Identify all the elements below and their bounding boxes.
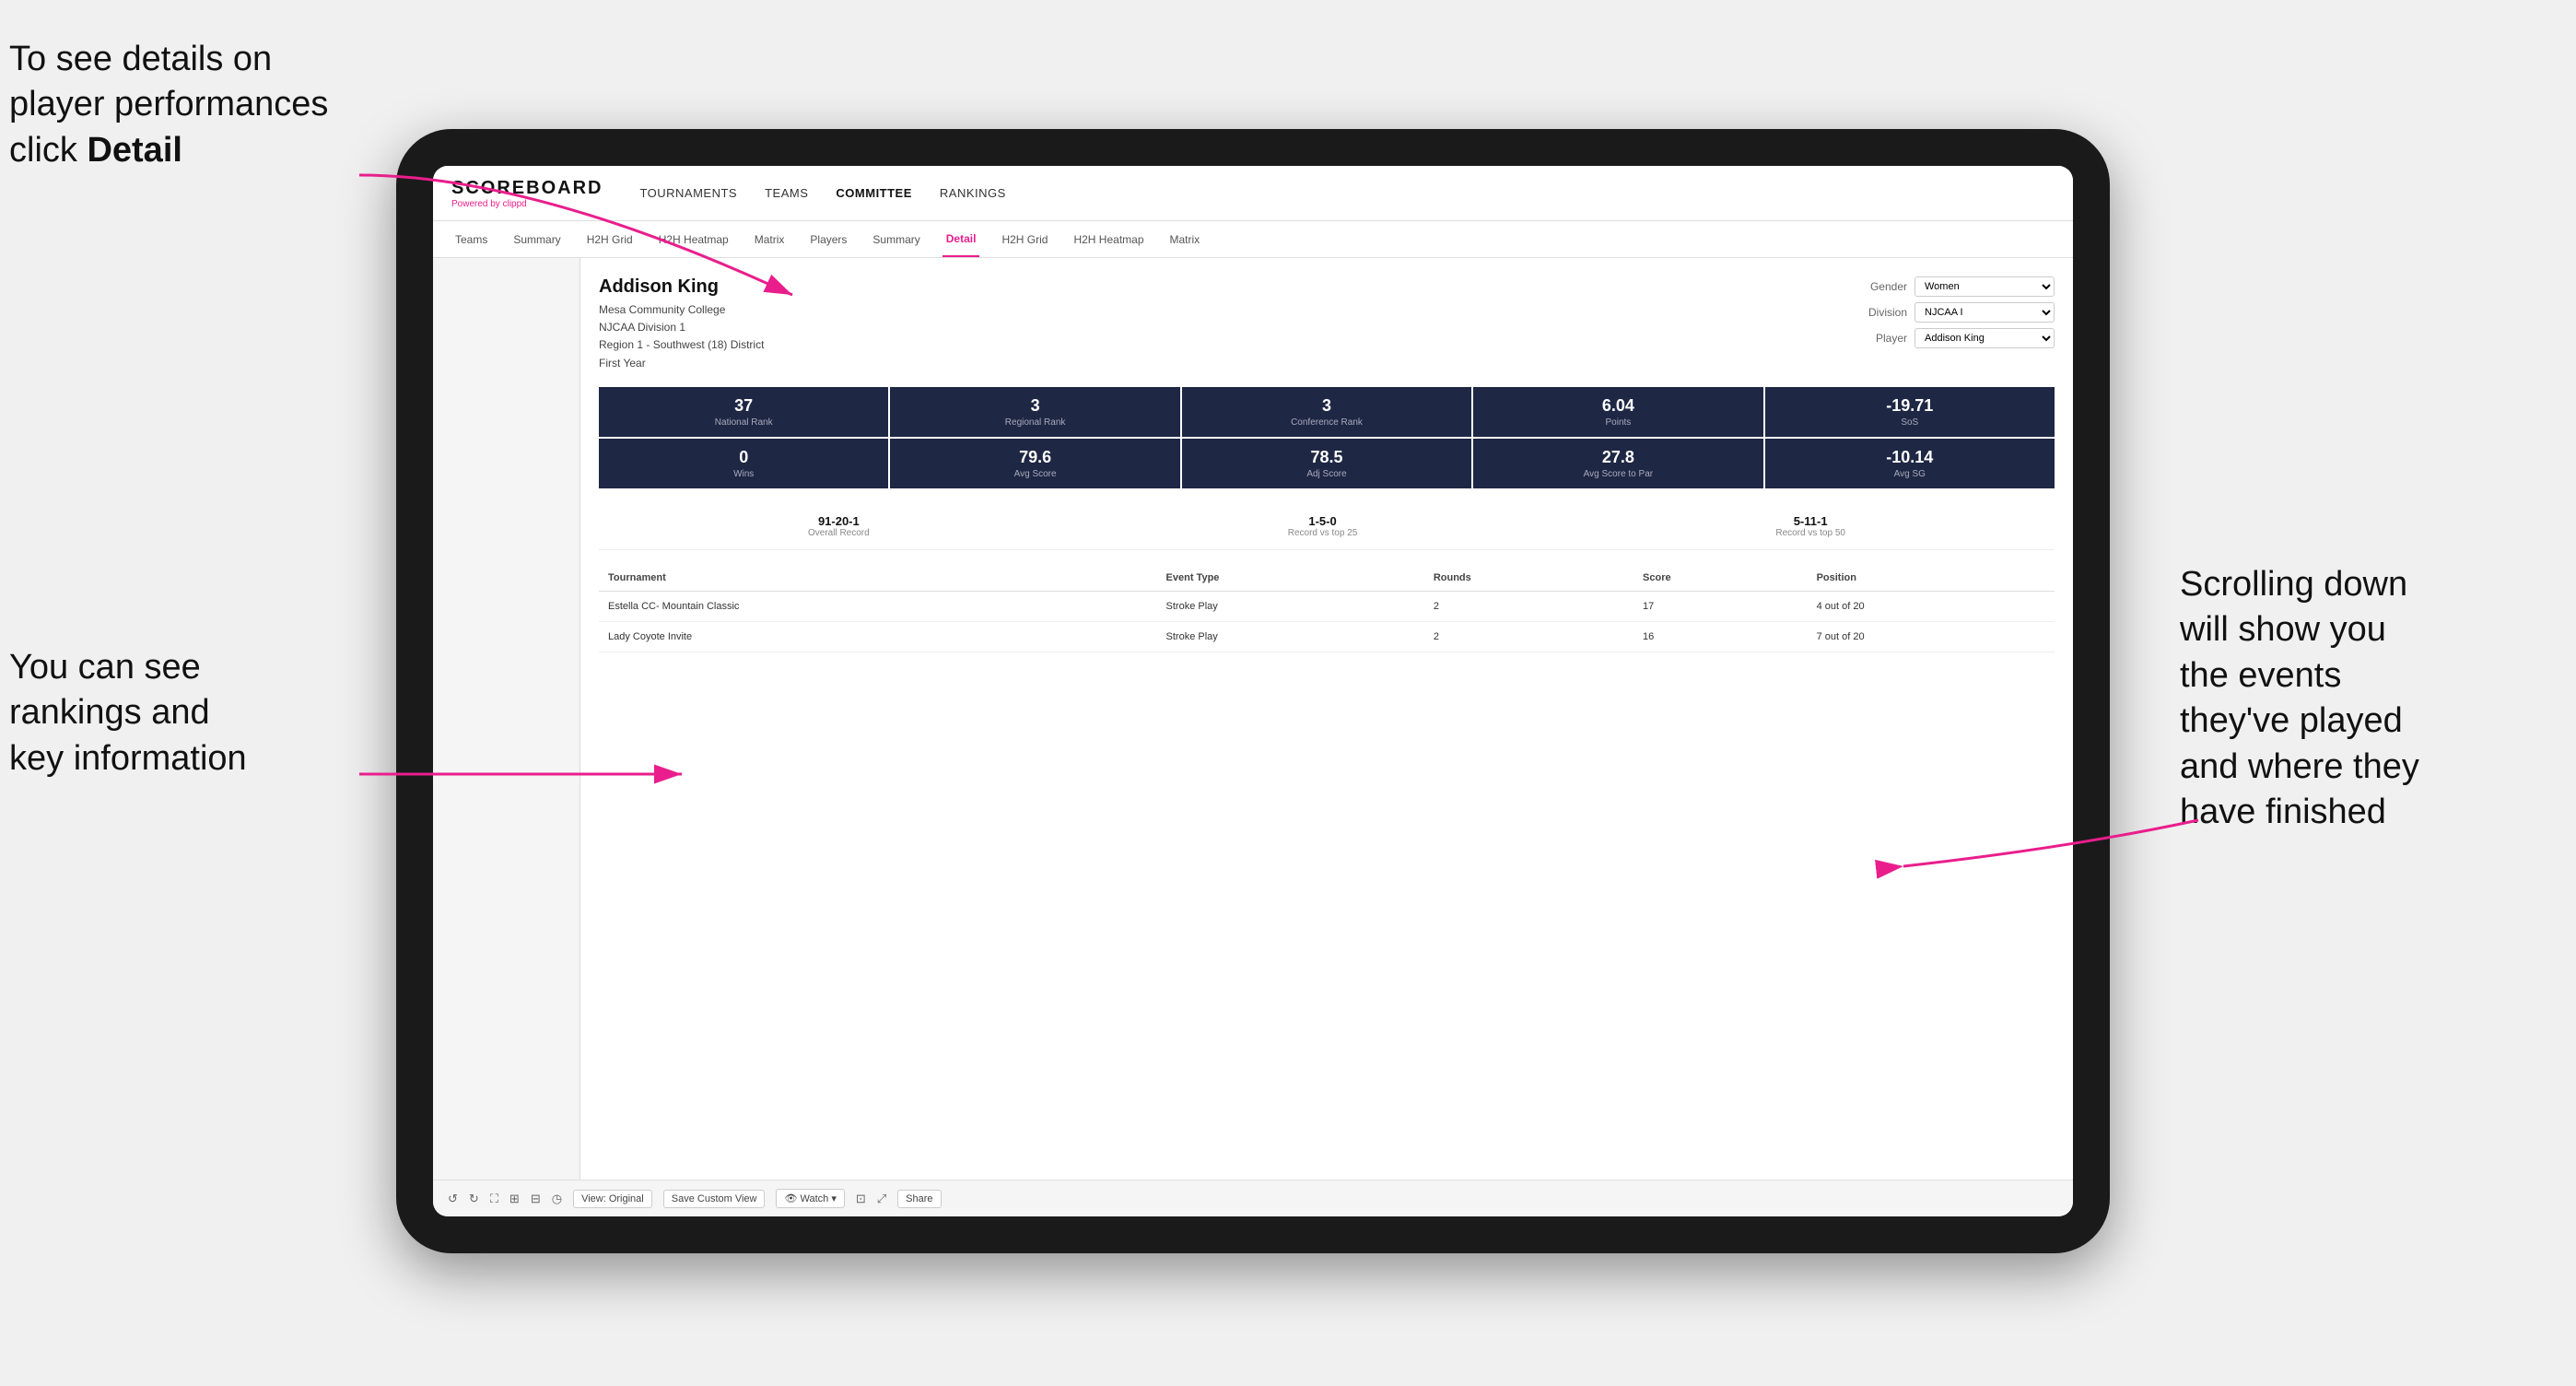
share-button[interactable]: Share bbox=[897, 1190, 941, 1208]
clock-icon[interactable]: ◷ bbox=[552, 1192, 562, 1206]
record-overall: 91-20-1 Overall Record bbox=[808, 514, 870, 538]
cell-rounds-1: 2 bbox=[1424, 591, 1633, 621]
gender-select[interactable]: Women bbox=[1914, 276, 2055, 297]
player-select[interactable]: Addison King bbox=[1914, 328, 2055, 348]
player-label: Player bbox=[1852, 332, 1907, 345]
stat-sos: -19.71 SoS bbox=[1765, 387, 2055, 437]
stat-wins: 0 Wins bbox=[599, 439, 888, 488]
player-controls: Gender Women Division NJCAA I bbox=[1852, 276, 2055, 348]
subnav-detail[interactable]: Detail bbox=[943, 221, 980, 257]
division-select[interactable]: NJCAA I bbox=[1914, 302, 2055, 323]
tablet-screen: SCOREBOARD Powered by clippd TOURNAMENTS… bbox=[433, 166, 2073, 1216]
events-table: Tournament Event Type Rounds Score Posit… bbox=[599, 565, 2055, 652]
annotation-bottomright: Scrolling down will show you the events … bbox=[2180, 562, 2567, 835]
records-row: 91-20-1 Overall Record 1-5-0 Record vs t… bbox=[599, 503, 2055, 550]
subnav-h2h-heatmap2[interactable]: H2H Heatmap bbox=[1070, 221, 1147, 257]
arrow-to-detail bbox=[350, 166, 811, 313]
left-sidebar bbox=[433, 258, 580, 1180]
gender-control: Gender Women bbox=[1852, 276, 2055, 297]
cell-rounds-2: 2 bbox=[1424, 621, 1633, 652]
col-event-type: Event Type bbox=[1157, 565, 1424, 592]
watch-button[interactable]: 👁 Watch ▾ bbox=[776, 1189, 844, 1208]
cell-tournament-1: Estella CC- Mountain Classic bbox=[599, 591, 1157, 621]
annotation-topleft: To see details on player performances cl… bbox=[9, 37, 359, 173]
minus-icon[interactable]: ⊟ bbox=[531, 1192, 541, 1206]
player-header: Addison King Mesa Community College NJCA… bbox=[599, 276, 2055, 372]
cell-score-1: 17 bbox=[1633, 591, 1808, 621]
subnav-summary2[interactable]: Summary bbox=[869, 221, 923, 257]
present-icon[interactable]: ⊡ bbox=[856, 1192, 866, 1206]
col-position: Position bbox=[1808, 565, 2055, 592]
nav-rankings[interactable]: RANKINGS bbox=[940, 186, 1006, 200]
cell-position-1: 4 out of 20 bbox=[1808, 591, 2055, 621]
division-control: Division NJCAA I bbox=[1852, 302, 2055, 323]
main-content: Addison King Mesa Community College NJCA… bbox=[433, 258, 2073, 1180]
annotation-bottomleft: You can see rankings and key information bbox=[9, 645, 359, 781]
record-top50: 5-11-1 Record vs top 50 bbox=[1775, 514, 1845, 538]
subnav-h2h-grid2[interactable]: H2H Grid bbox=[998, 221, 1051, 257]
player-division: NJCAA Division 1 bbox=[599, 319, 764, 336]
record-top25: 1-5-0 Record vs top 25 bbox=[1288, 514, 1358, 538]
cell-tournament-2: Lady Coyote Invite bbox=[599, 621, 1157, 652]
arrow-to-stats bbox=[350, 737, 719, 811]
col-tournament: Tournament bbox=[599, 565, 1157, 592]
stats-row1: 37 National Rank 3 Regional Rank 3 Confe… bbox=[599, 387, 2055, 437]
stats-row2: 0 Wins 79.6 Avg Score 78.5 Adj Score 27.… bbox=[599, 439, 2055, 488]
stat-adj-score: 78.5 Adj Score bbox=[1182, 439, 1471, 488]
division-label: Division bbox=[1852, 306, 1907, 319]
save-custom-view-button[interactable]: Save Custom View bbox=[663, 1190, 766, 1208]
bottom-toolbar: ↺ ↻ ⛶ ⊞ ⊟ ◷ View: Original Save Custom V… bbox=[433, 1180, 2073, 1216]
player-year: First Year bbox=[599, 355, 764, 372]
col-rounds: Rounds bbox=[1424, 565, 1633, 592]
player-control: Player Addison King bbox=[1852, 328, 2055, 348]
nav-committee[interactable]: COMMITTEE bbox=[836, 186, 912, 200]
col-score: Score bbox=[1633, 565, 1808, 592]
table-row: Estella CC- Mountain Classic Stroke Play… bbox=[599, 591, 2055, 621]
stat-national-rank: 37 National Rank bbox=[599, 387, 888, 437]
stat-conference-rank: 3 Conference Rank bbox=[1182, 387, 1471, 437]
fullscreen-icon[interactable]: ⤢ bbox=[877, 1192, 886, 1206]
view-original-button[interactable]: View: Original bbox=[573, 1190, 652, 1208]
stat-avg-score-par: 27.8 Avg Score to Par bbox=[1473, 439, 1762, 488]
grid-icon[interactable]: ⊞ bbox=[509, 1192, 520, 1206]
arrow-to-table bbox=[1885, 811, 2207, 885]
subnav-matrix2[interactable]: Matrix bbox=[1166, 221, 1204, 257]
stat-points: 6.04 Points bbox=[1473, 387, 1762, 437]
redo-icon[interactable]: ↻ bbox=[469, 1192, 479, 1206]
undo-icon[interactable]: ↺ bbox=[448, 1192, 458, 1206]
cell-position-2: 7 out of 20 bbox=[1808, 621, 2055, 652]
cell-score-2: 16 bbox=[1633, 621, 1808, 652]
gender-label: Gender bbox=[1852, 280, 1907, 293]
player-region: Region 1 - Southwest (18) District bbox=[599, 336, 764, 354]
table-row: Lady Coyote Invite Stroke Play 2 16 7 ou… bbox=[599, 621, 2055, 652]
stat-avg-score: 79.6 Avg Score bbox=[890, 439, 1179, 488]
cell-event-type-1: Stroke Play bbox=[1157, 591, 1424, 621]
table-header-row: Tournament Event Type Rounds Score Posit… bbox=[599, 565, 2055, 592]
subnav-players[interactable]: Players bbox=[806, 221, 850, 257]
stat-avg-sg: -10.14 Avg SG bbox=[1765, 439, 2055, 488]
cell-event-type-2: Stroke Play bbox=[1157, 621, 1424, 652]
expand-icon[interactable]: ⛶ bbox=[490, 1192, 498, 1206]
detail-panel: Addison King Mesa Community College NJCA… bbox=[580, 258, 2073, 1180]
stat-regional-rank: 3 Regional Rank bbox=[890, 387, 1179, 437]
